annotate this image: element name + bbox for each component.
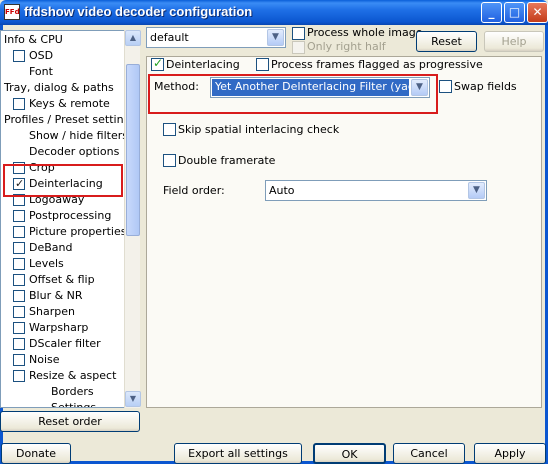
reset-order-button[interactable]: Reset order <box>0 411 140 432</box>
tree-item-label: Settings <box>51 401 97 408</box>
maximize-button[interactable]: □ <box>504 2 525 23</box>
tree-item-checkbox[interactable] <box>13 50 25 62</box>
help-button[interactable]: Help <box>484 31 544 52</box>
field-order-select[interactable]: Auto ▼ <box>265 180 487 201</box>
deinterlacing-checkbox[interactable] <box>151 56 164 71</box>
tree-item-label: Sharpen <box>29 305 75 318</box>
tree-item-checkbox[interactable] <box>13 322 25 334</box>
tree-item-checkbox[interactable] <box>13 98 25 110</box>
skip-spatial-checkbox[interactable] <box>163 123 176 136</box>
tree-item-checkbox[interactable] <box>13 354 25 366</box>
tree-item-label: Keys & remote <box>29 97 110 110</box>
tree-item-label: Offset & flip <box>29 273 95 286</box>
tree-item-label: Picture properties <box>29 225 127 238</box>
tree-item-label: OSD <box>29 49 54 62</box>
tree-item-checkbox[interactable] <box>13 242 25 254</box>
ok-button[interactable]: OK <box>313 443 386 464</box>
double-framerate-checkbox[interactable] <box>163 154 176 167</box>
tree-item-label: Decoder options <box>29 145 120 158</box>
tree-item-label: Noise <box>29 353 60 366</box>
scroll-up-icon[interactable]: ▲ <box>125 30 141 46</box>
tree-item-checkbox[interactable] <box>13 226 25 238</box>
swap-fields-label: Swap fields <box>454 80 517 93</box>
chevron-down-icon[interactable]: ▼ <box>468 182 485 199</box>
settings-tree[interactable]: Info & CPU OSD Font Tray, dialog & paths Key… <box>0 30 140 408</box>
skip-spatial-label: Skip spatial interlacing check <box>178 123 340 136</box>
double-framerate-label: Double framerate <box>178 154 276 167</box>
process-whole-image-label: Process whole image <box>307 26 423 39</box>
process-progressive-checkbox[interactable] <box>256 58 269 71</box>
swap-fields-checkbox[interactable] <box>439 80 452 93</box>
only-right-half-checkbox[interactable] <box>292 41 305 54</box>
tree-item-checkbox[interactable] <box>13 274 25 286</box>
tree-item-label: Profiles / Preset settings <box>4 113 137 126</box>
tree-item-label: Font <box>29 65 53 78</box>
only-right-half-label: Only right half <box>307 40 386 53</box>
tree-item-label: Postprocessing <box>29 209 112 222</box>
tree-item-checkbox[interactable] <box>13 290 25 302</box>
tree-item-checkbox[interactable] <box>13 210 25 222</box>
chevron-down-icon[interactable]: ▼ <box>267 29 284 46</box>
minimize-button[interactable]: _ <box>481 2 502 23</box>
tree-item-label: DeBand <box>29 241 73 254</box>
field-order-label: Field order: <box>163 184 225 197</box>
tree-item-label: Warpsharp <box>29 321 89 334</box>
tree-item-label: Blur & NR <box>29 289 83 302</box>
tree-item-label: Info & CPU <box>4 33 63 46</box>
scroll-thumb[interactable] <box>126 64 140 236</box>
tree-item-checkbox[interactable] <box>13 370 25 382</box>
window-title: ffdshow video decoder configuration <box>24 4 253 19</box>
preset-select[interactable]: default ▼ <box>146 27 286 48</box>
preset-value: default <box>150 31 189 44</box>
highlight-box-method <box>148 74 438 114</box>
scroll-down-icon[interactable]: ▼ <box>125 391 141 407</box>
export-all-button[interactable]: Export all settings <box>174 443 302 464</box>
process-whole-image-checkbox[interactable] <box>292 27 305 40</box>
field-order-value: Auto <box>269 184 295 197</box>
tree-scrollbar[interactable]: ▲ ▼ <box>124 30 141 408</box>
tree-item-label: Borders <box>51 385 94 398</box>
title-bar: FFd ffdshow video decoder configuration … <box>0 0 548 25</box>
tree-item-checkbox[interactable] <box>13 338 25 350</box>
app-icon: FFd <box>4 4 20 20</box>
process-progressive-label: Process frames flagged as progressive <box>271 58 483 71</box>
tree-item-label: Show / hide filters <box>29 129 128 142</box>
tree-item-label: Tray, dialog & paths <box>4 81 114 94</box>
highlight-box-tree <box>3 164 123 197</box>
apply-button[interactable]: Apply <box>474 443 546 464</box>
cancel-button[interactable]: Cancel <box>393 443 465 464</box>
donate-button[interactable]: Donate <box>1 443 71 464</box>
tree-item-label: Levels <box>29 257 64 270</box>
tree-item-checkbox[interactable] <box>13 258 25 270</box>
tree-item-label: DScaler filter <box>29 337 101 350</box>
reset-button[interactable]: Reset <box>416 31 477 52</box>
deinterlacing-label: Deinterlacing <box>166 58 240 71</box>
close-button[interactable]: ✕ <box>527 2 548 23</box>
tree-item-checkbox[interactable] <box>13 306 25 318</box>
tree-item-label: Resize & aspect <box>29 369 117 382</box>
